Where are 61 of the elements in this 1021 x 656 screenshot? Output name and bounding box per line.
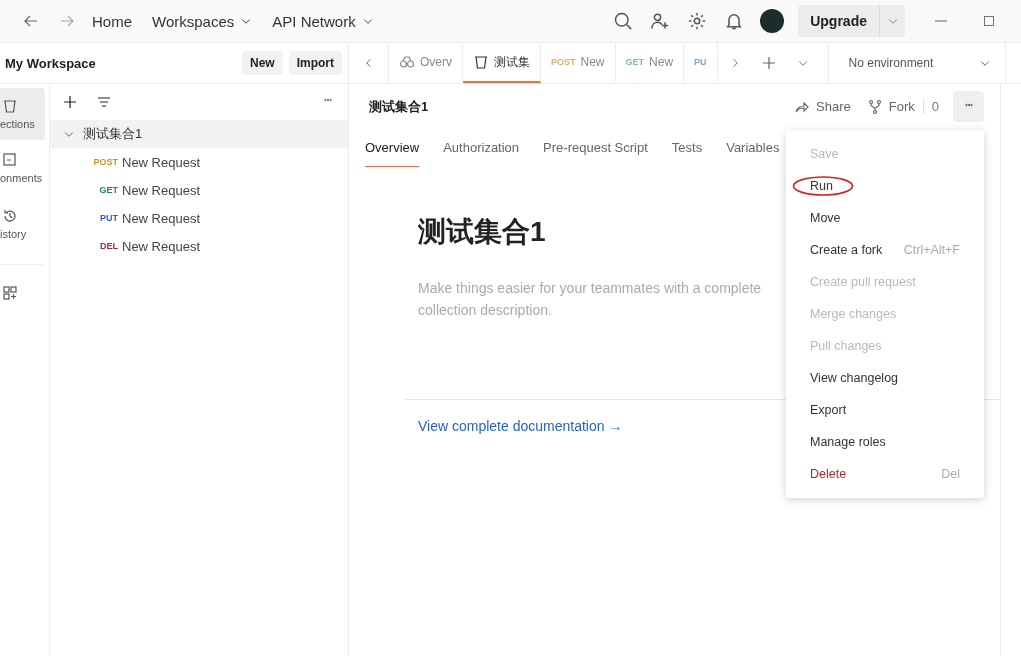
section-tab[interactable]: Pre-request Script <box>543 129 648 167</box>
request-item[interactable]: New Request <box>122 154 201 170</box>
fork-count: 0 <box>922 99 939 114</box>
search-button[interactable] <box>612 10 635 32</box>
trash-bin-icon <box>473 54 489 70</box>
plus-icon <box>62 94 78 110</box>
maximize-icon <box>983 14 995 28</box>
menu-item[interactable]: View changelog <box>786 362 984 394</box>
filter-icon <box>96 94 112 110</box>
nav-menu[interactable]: Workspaces <box>152 12 253 30</box>
collection-title: 测试集合1 <box>369 97 430 116</box>
settings-icon <box>687 11 708 31</box>
section-tab[interactable]: Variables <box>726 129 780 167</box>
fork-icon <box>866 98 883 115</box>
workspace-button[interactable]: Import <box>288 51 342 75</box>
home-link[interactable]: Home <box>92 12 132 30</box>
menu-item[interactable]: Create a fork Ctrl+Alt+F <box>786 234 984 266</box>
share-button[interactable]: Share <box>786 98 859 115</box>
screen-icon <box>2 152 18 168</box>
avatar[interactable] <box>760 9 785 33</box>
arrow-right-icon <box>59 13 75 29</box>
nav-menu[interactable]: API Network <box>272 12 374 30</box>
workspace-name: My Workspace <box>5 55 97 71</box>
collection-row[interactable]: 测试集合1 <box>50 120 348 148</box>
method-label: PUT <box>99 213 119 223</box>
sidebar-tab[interactable]: ections <box>0 88 45 140</box>
menu-item[interactable]: Delete Del <box>786 458 984 490</box>
documentation-link[interactable]: View complete documentation → <box>418 418 623 434</box>
method-label: GET <box>98 185 119 195</box>
editor-tab[interactable]: POST New <box>541 43 616 83</box>
menu-item[interactable]: Manage roles <box>786 426 984 458</box>
editor-tab[interactable]: 测试集 <box>463 43 541 83</box>
arrow-left-icon <box>23 13 39 29</box>
fork-button[interactable]: Fork <box>858 98 923 115</box>
request-item[interactable]: New Request <box>122 210 201 226</box>
person-plus-icon <box>650 11 671 31</box>
sidebar-tab[interactable]: onments <box>0 140 45 196</box>
binoculars-icon <box>399 54 415 70</box>
section-tab[interactable]: Overview <box>365 129 420 167</box>
section-tab[interactable]: Authorization <box>443 129 520 167</box>
search-icon <box>613 11 634 31</box>
trash-bin-icon <box>2 98 18 114</box>
request-item[interactable]: New Request <box>122 182 201 198</box>
menu-item[interactable]: Export <box>786 394 984 426</box>
menu-item[interactable]: Move <box>786 202 984 234</box>
apps-icon <box>2 284 18 301</box>
collection-name: 测试集合1 <box>83 125 143 143</box>
editor-tab[interactable]: Overv <box>389 43 463 83</box>
menu-item[interactable]: Run <box>786 170 984 202</box>
request-item[interactable]: New Request <box>122 238 201 254</box>
workspace-button[interactable]: New <box>241 51 283 75</box>
method-label: POST <box>92 157 119 167</box>
plus-icon <box>760 55 777 71</box>
method-label: DEL <box>99 241 119 251</box>
sidebar-tab[interactable]: istory <box>0 196 45 252</box>
editor-tab[interactable]: GET New <box>615 43 685 83</box>
history-icon <box>2 208 18 224</box>
overview-title: 测试集合1 <box>418 215 546 249</box>
section-tab[interactable]: Tests <box>671 129 703 167</box>
minimize-icon <box>935 20 947 22</box>
environment-select[interactable]: No environment <box>827 43 1006 83</box>
